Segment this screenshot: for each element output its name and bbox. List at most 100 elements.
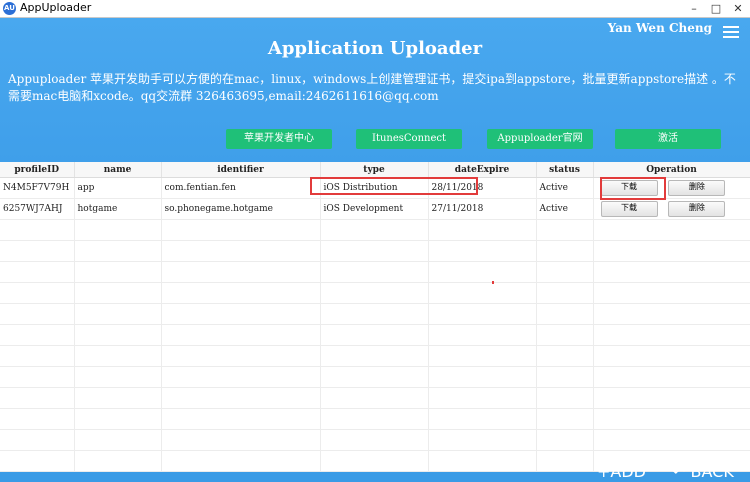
col-header-name[interactable]: name — [74, 162, 162, 178]
empty-cell — [74, 366, 162, 388]
close-icon[interactable]: ✕ — [728, 0, 748, 17]
empty-cell — [320, 429, 429, 451]
empty-cell — [161, 282, 321, 304]
empty-row — [0, 429, 750, 451]
red-marker — [492, 281, 494, 284]
empty-cell — [320, 450, 429, 472]
empty-cell — [320, 324, 429, 346]
empty-cell — [593, 408, 750, 430]
empty-cell — [161, 408, 321, 430]
empty-cell — [161, 240, 321, 262]
empty-cell — [428, 408, 537, 430]
empty-cell — [428, 303, 537, 325]
empty-row — [0, 219, 750, 241]
empty-cell — [74, 345, 162, 367]
empty-cell — [428, 240, 537, 262]
col-header-profileid[interactable]: profileID — [0, 162, 75, 178]
official-site-button[interactable]: Appuploader官网 — [487, 129, 593, 149]
empty-cell — [0, 282, 75, 304]
empty-cell — [0, 429, 75, 451]
itunesconnect-button[interactable]: ItunesConnect — [356, 129, 462, 149]
empty-rows — [0, 219, 750, 472]
empty-cell — [593, 240, 750, 262]
empty-cell — [593, 366, 750, 388]
empty-cell — [536, 282, 594, 304]
empty-cell — [536, 387, 594, 409]
cell-type: iOS Development — [320, 198, 429, 220]
empty-cell — [536, 303, 594, 325]
col-header-identifier[interactable]: identifier — [161, 162, 321, 178]
cell-profileid: N4M5F7V79H — [0, 177, 75, 199]
empty-cell — [161, 429, 321, 451]
cell-identifier: so.phonegame.hotgame — [161, 198, 321, 220]
empty-cell — [428, 429, 537, 451]
col-header-status[interactable]: status — [536, 162, 594, 178]
empty-cell — [536, 261, 594, 283]
empty-cell — [428, 219, 537, 241]
delete-button[interactable]: 删除 — [668, 201, 726, 217]
download-highlight — [600, 177, 666, 200]
empty-cell — [320, 261, 429, 283]
empty-cell — [74, 240, 162, 262]
col-header-dateexpire[interactable]: dateExpire — [428, 162, 537, 178]
back-label: BACK — [690, 462, 734, 481]
download-button[interactable]: 下载 — [600, 201, 658, 217]
empty-cell — [428, 324, 537, 346]
empty-cell — [0, 324, 75, 346]
cell-profileid: 6257WJ7AHJ — [0, 198, 75, 220]
empty-cell — [593, 387, 750, 409]
empty-cell — [320, 366, 429, 388]
empty-cell — [74, 387, 162, 409]
empty-cell — [320, 282, 429, 304]
empty-row — [0, 303, 750, 325]
empty-cell — [536, 324, 594, 346]
description-text: Appuploader 苹果开发助手可以方便的在mac，linux，window… — [8, 72, 736, 103]
delete-button[interactable]: 删除 — [668, 180, 726, 196]
back-button[interactable]: ↶ BACK — [672, 462, 734, 481]
cell-name: app — [74, 177, 162, 199]
cell-dateexpire: 27/11/2018 — [428, 198, 537, 220]
empty-cell — [536, 366, 594, 388]
empty-cell — [536, 429, 594, 451]
empty-cell — [428, 282, 537, 304]
add-button[interactable]: +ADD — [597, 462, 646, 481]
empty-cell — [161, 303, 321, 325]
hamburger-menu-icon[interactable] — [723, 26, 739, 38]
empty-cell — [74, 408, 162, 430]
empty-row — [0, 261, 750, 283]
empty-cell — [74, 450, 162, 472]
empty-cell — [536, 345, 594, 367]
empty-cell — [0, 240, 75, 262]
empty-row — [0, 345, 750, 367]
empty-cell — [536, 450, 594, 472]
empty-cell — [593, 324, 750, 346]
empty-cell — [593, 261, 750, 283]
minimize-icon[interactable]: – — [684, 0, 704, 17]
col-header-operation: Operation — [593, 162, 750, 178]
page-title: Application Uploader — [267, 38, 483, 59]
empty-cell — [74, 303, 162, 325]
empty-cell — [74, 261, 162, 283]
empty-cell — [161, 219, 321, 241]
empty-cell — [74, 219, 162, 241]
empty-row — [0, 387, 750, 409]
type-date-highlight — [310, 177, 478, 195]
empty-cell — [320, 219, 429, 241]
developer-center-button[interactable]: 苹果开发者中心 — [226, 129, 332, 149]
empty-row — [0, 324, 750, 346]
col-header-type[interactable]: type — [320, 162, 429, 178]
empty-cell — [428, 261, 537, 283]
empty-cell — [0, 345, 75, 367]
empty-cell — [536, 408, 594, 430]
profiles-table: profileID name identifier type dateExpir… — [0, 162, 750, 472]
empty-cell — [161, 324, 321, 346]
table-row[interactable]: 6257WJ7AHJ hotgame so.phonegame.hotgame … — [0, 198, 750, 220]
empty-cell — [74, 282, 162, 304]
activate-button[interactable]: 激活 — [615, 129, 721, 149]
user-name[interactable]: Yan Wen Cheng — [608, 21, 712, 35]
empty-row — [0, 408, 750, 430]
empty-cell — [320, 345, 429, 367]
maximize-icon[interactable]: □ — [706, 0, 726, 17]
empty-cell — [0, 261, 75, 283]
empty-cell — [593, 429, 750, 451]
